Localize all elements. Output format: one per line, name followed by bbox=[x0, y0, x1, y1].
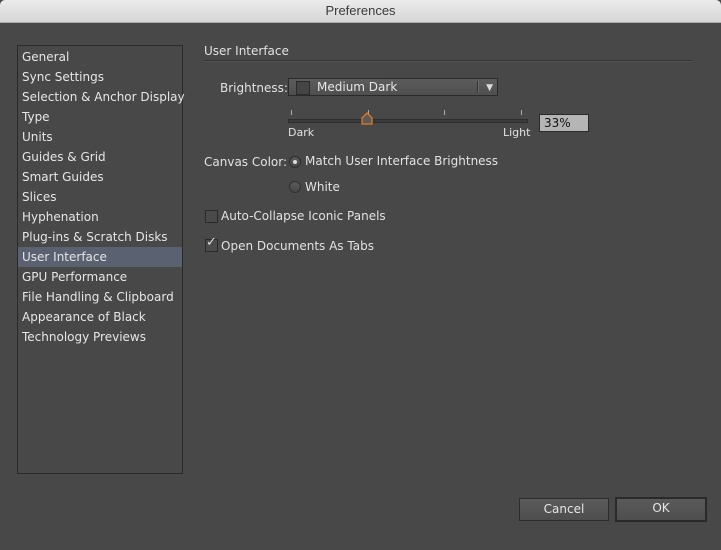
sidebar-item-file-handling-clipboard[interactable]: File Handling & Clipboard bbox=[18, 287, 182, 307]
cancel-button[interactable]: Cancel bbox=[519, 498, 609, 521]
slider-max-label: Light bbox=[503, 126, 531, 139]
sidebar-item-slices[interactable]: Slices bbox=[18, 187, 182, 207]
sidebar-item-selection-anchor-display[interactable]: Selection & Anchor Display bbox=[18, 87, 185, 107]
sidebar-item-general[interactable]: General bbox=[18, 47, 182, 67]
slider-tick bbox=[521, 110, 522, 115]
sidebar-item-gpu-performance[interactable]: GPU Performance bbox=[18, 267, 182, 287]
chevron-down-icon: ▼ bbox=[486, 83, 493, 93]
sidebar-item-guides-grid[interactable]: Guides & Grid bbox=[18, 147, 182, 167]
checkbox-open-documents-as-tabs[interactable]: ✓ bbox=[205, 235, 218, 252]
sidebar-item-user-interface[interactable]: User Interface bbox=[18, 247, 182, 267]
label-auto-collapse-iconic-panels[interactable]: Auto-Collapse Iconic Panels bbox=[221, 209, 386, 223]
radio-label-match-ui-brightness[interactable]: Match User Interface Brightness bbox=[305, 154, 498, 168]
section-divider bbox=[204, 60, 692, 62]
sidebar-item-hyphenation[interactable]: Hyphenation bbox=[18, 207, 182, 227]
dropdown-separator bbox=[477, 81, 479, 93]
slider-tick bbox=[291, 110, 292, 115]
color-swatch-icon bbox=[296, 81, 310, 95]
slider-min-label: Dark bbox=[288, 126, 315, 139]
slider-thumb[interactable] bbox=[361, 112, 373, 125]
section-title: User Interface bbox=[204, 44, 289, 58]
radio-white[interactable] bbox=[289, 181, 301, 193]
checkmark-icon: ✓ bbox=[206, 235, 217, 250]
checkbox-auto-collapse-iconic-panels[interactable] bbox=[205, 210, 218, 223]
brightness-label: Brightness: bbox=[220, 81, 288, 95]
sidebar-item-appearance-of-black[interactable]: Appearance of Black bbox=[18, 307, 182, 327]
radio-match-ui-brightness[interactable] bbox=[289, 156, 301, 168]
sidebar-item-units[interactable]: Units bbox=[18, 127, 182, 147]
preferences-category-list[interactable]: General Sync Settings Selection & Anchor… bbox=[17, 45, 185, 474]
brightness-dropdown[interactable]: Medium Dark ▼ bbox=[288, 78, 498, 96]
brightness-selected-value: Medium Dark bbox=[317, 80, 398, 94]
brightness-percent-field[interactable]: 33% bbox=[539, 114, 589, 132]
sidebar-item-sync-settings[interactable]: Sync Settings bbox=[18, 67, 182, 87]
brightness-slider[interactable] bbox=[288, 119, 528, 123]
sidebar-item-type[interactable]: Type bbox=[18, 107, 182, 127]
label-open-documents-as-tabs[interactable]: Open Documents As Tabs bbox=[221, 239, 374, 253]
sidebar-item-technology-previews[interactable]: Technology Previews bbox=[18, 327, 182, 347]
sidebar-item-plugins-scratch-disks[interactable]: Plug-ins & Scratch Disks bbox=[18, 227, 182, 247]
slider-tick bbox=[444, 110, 445, 115]
radio-label-white[interactable]: White bbox=[305, 180, 340, 194]
sidebar-item-smart-guides[interactable]: Smart Guides bbox=[18, 167, 182, 187]
window-title: Preferences bbox=[325, 3, 396, 18]
window-titlebar: Preferences bbox=[0, 0, 721, 23]
ok-button[interactable]: OK bbox=[615, 497, 707, 522]
canvas-color-label: Canvas Color: bbox=[204, 155, 288, 169]
